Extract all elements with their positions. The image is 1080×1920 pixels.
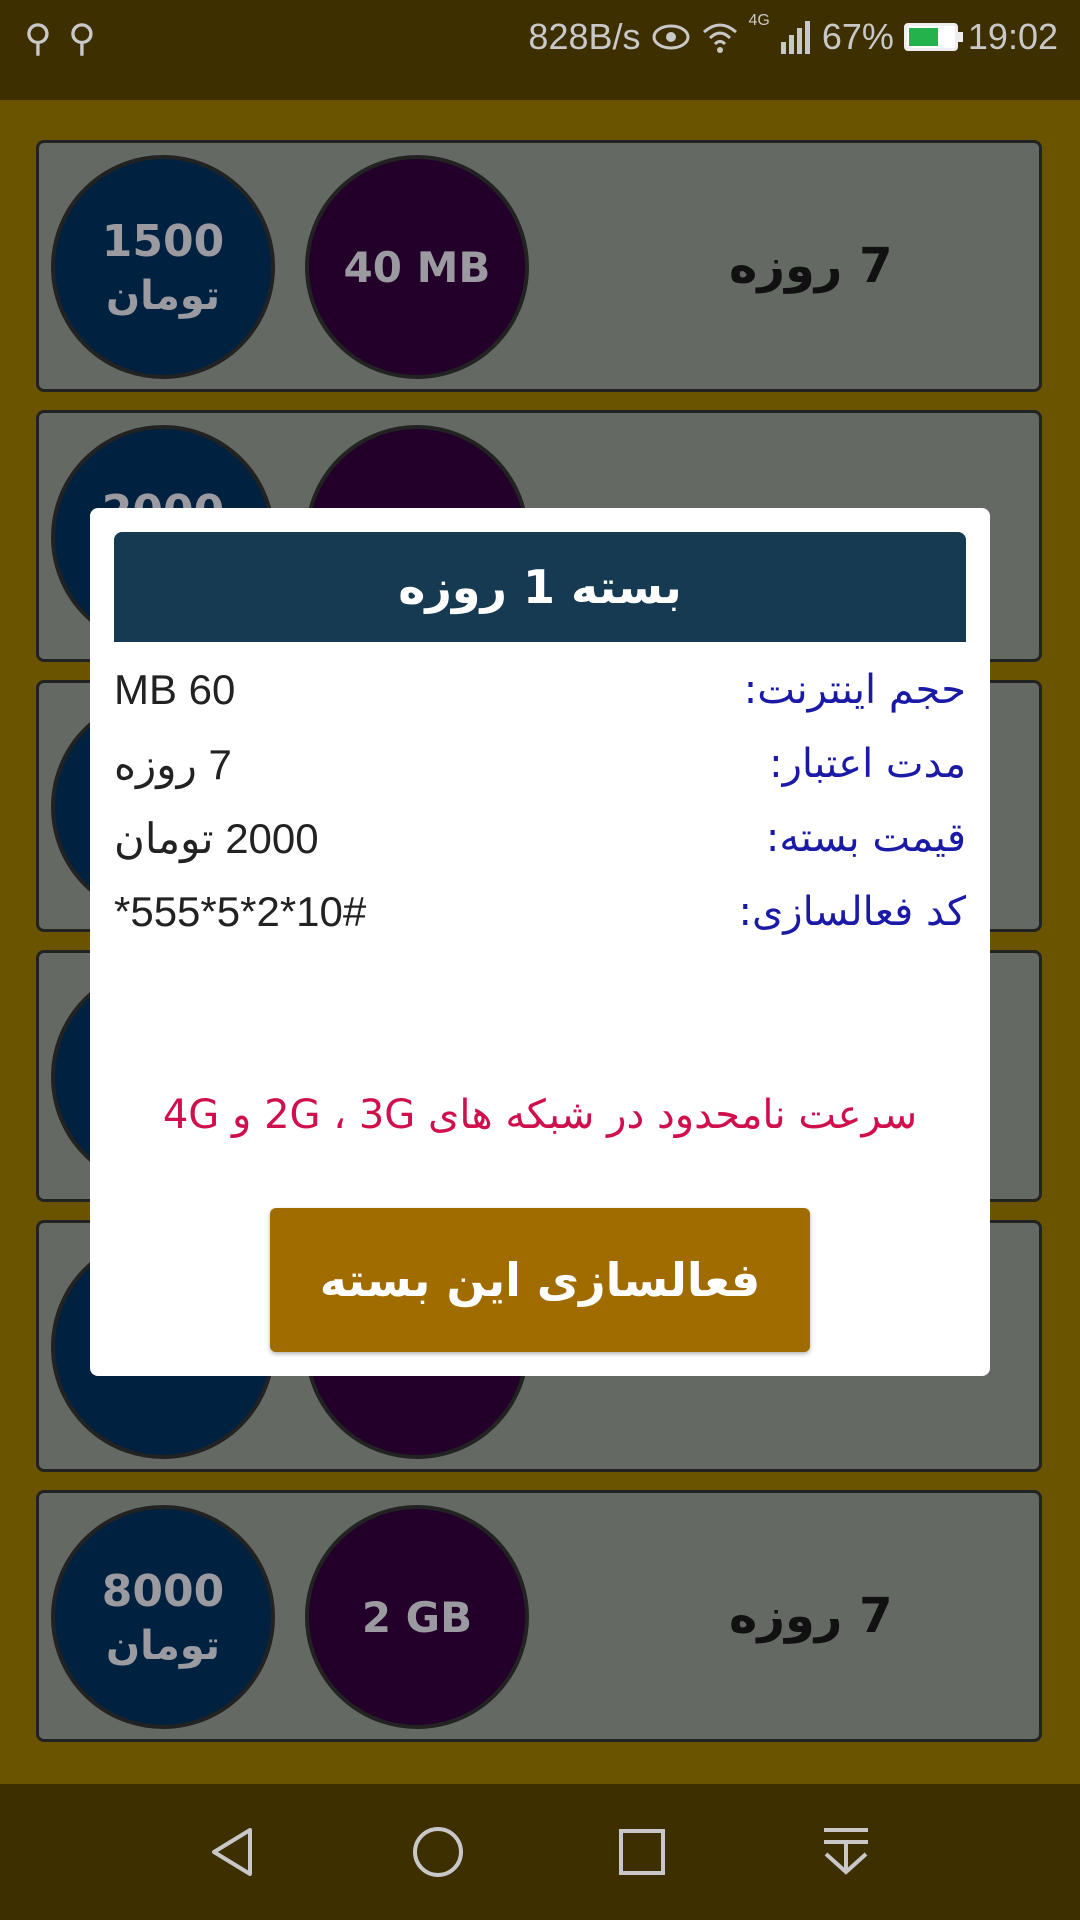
back-icon[interactable] <box>204 1822 264 1882</box>
info-value: 60 MB <box>114 666 236 713</box>
signal-icon <box>780 21 810 54</box>
eye-icon <box>652 24 689 50</box>
info-row-validity: 7 روزه مدت اعتبار: <box>114 732 966 796</box>
activate-package-button[interactable]: فعالسازی این بسته <box>270 1208 810 1352</box>
info-value: 7 روزه <box>114 740 232 788</box>
dialog-title: بسته 1 روزه <box>114 532 966 642</box>
network-type: 4G <box>748 12 770 29</box>
speed-note: سرعت نامحدود در شبکه های 2G ، 3G و 4G <box>162 1092 918 1138</box>
home-icon[interactable] <box>408 1822 468 1882</box>
battery-percent: 67% <box>821 16 894 57</box>
clock: 19:02 <box>967 16 1058 57</box>
usb-icon: ⚲ <box>24 18 52 60</box>
notification-pull-icon[interactable] <box>816 1822 876 1882</box>
info-row-volume: 60 MB حجم اینترنت: <box>114 658 966 722</box>
package-dialog: بسته 1 روزه 60 MB حجم اینترنت: 7 روزه مد… <box>90 508 990 1376</box>
info-label: کد فعالسازی: <box>738 889 966 935</box>
info-value: 2000 تومان <box>114 814 319 862</box>
navigation-bar <box>0 1784 1080 1920</box>
status-right: 828B/s 4G 67% 19:02 <box>528 12 1058 62</box>
status-bar: ⚲ ⚲ 828B/s 4G 67% 19:02 <box>0 0 1080 100</box>
activation-code: *555*5*2*10# <box>114 888 367 935</box>
info-label: قیمت بسته: <box>765 815 966 861</box>
info-row-price: 2000 تومان قیمت بسته: <box>114 806 966 870</box>
recents-icon[interactable] <box>612 1822 672 1882</box>
info-row-code: *555*5*2*10# کد فعالسازی: <box>114 880 966 944</box>
wifi-icon <box>702 23 737 53</box>
info-label: حجم اینترنت: <box>743 667 966 713</box>
usb-icon: ⚲ <box>68 18 96 60</box>
info-label: مدت اعتبار: <box>769 741 966 787</box>
battery-icon <box>903 23 963 51</box>
net-speed: 828B/s <box>528 16 641 57</box>
